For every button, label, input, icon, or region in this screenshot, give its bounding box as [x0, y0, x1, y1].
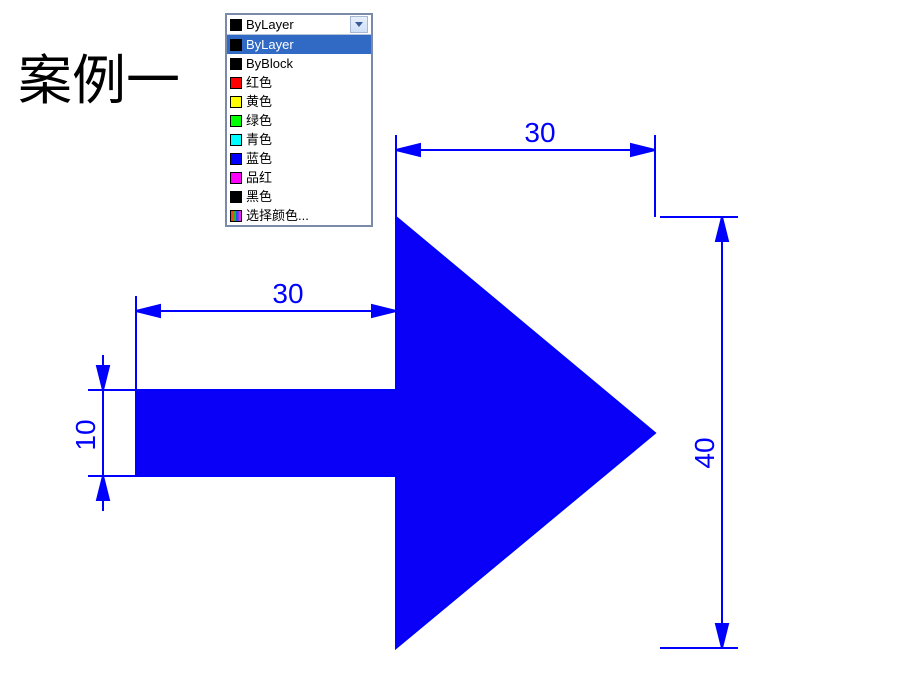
- cad-drawing: 30 30 40 10: [0, 0, 920, 690]
- dimension-40: 40: [660, 217, 738, 648]
- dimension-label: 40: [689, 437, 720, 468]
- dimension-label: 30: [272, 278, 303, 309]
- dimension-label: 30: [524, 117, 555, 148]
- arrow-shape: [136, 217, 655, 648]
- dimension-10: 10: [70, 355, 136, 511]
- dimension-label: 10: [70, 419, 101, 450]
- dimension-30-top: 30: [396, 117, 655, 217]
- dimension-30-mid: 30: [136, 278, 396, 390]
